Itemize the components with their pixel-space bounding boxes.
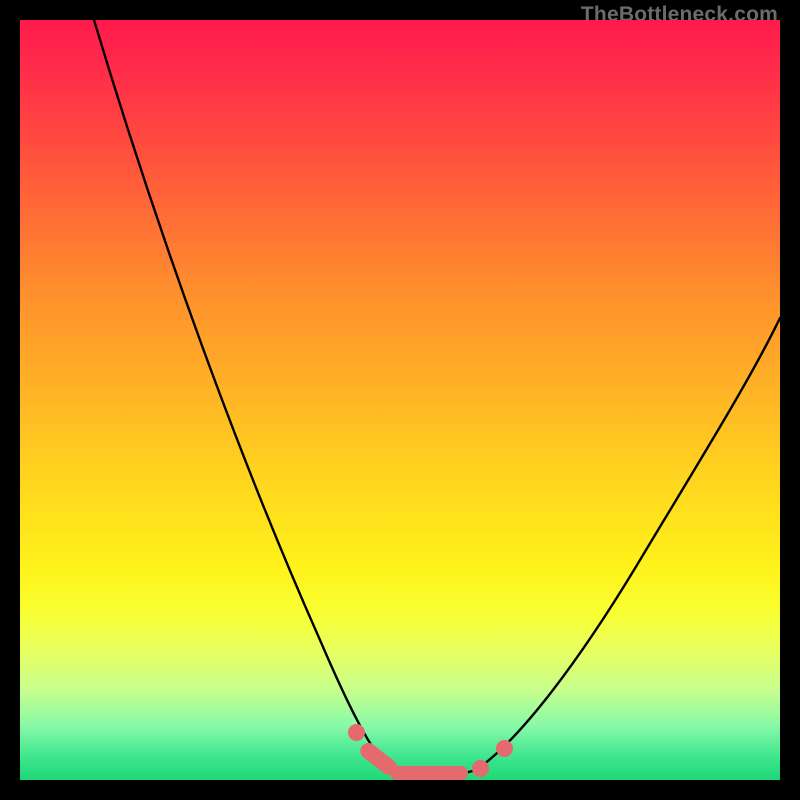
marker-left-upper-dot bbox=[348, 724, 365, 741]
chart-frame: TheBottleneck.com bbox=[0, 0, 800, 800]
curve-left-arm bbox=[94, 20, 388, 768]
marker-right-upper-dot bbox=[496, 740, 513, 757]
marker-floor-bar bbox=[390, 766, 468, 780]
bottleneck-curve bbox=[20, 20, 780, 780]
plot-area bbox=[20, 20, 780, 780]
marker-right-lower-dot bbox=[472, 760, 489, 777]
curve-right-arm bbox=[476, 318, 780, 770]
